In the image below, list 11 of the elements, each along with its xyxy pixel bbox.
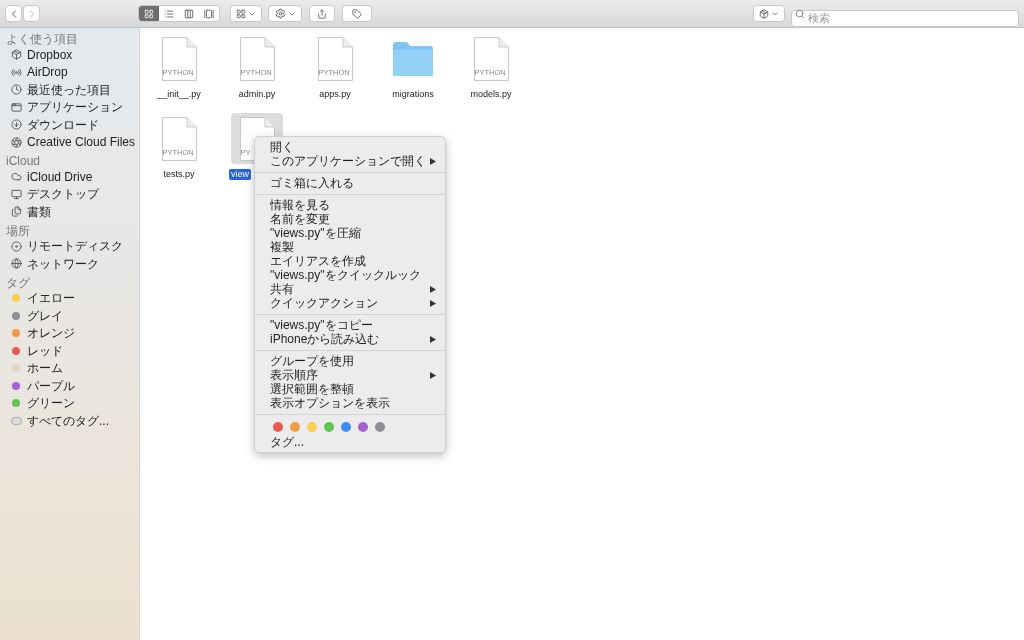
file-name: apps.py [318, 89, 352, 100]
sidebar-section-title: タグ [5, 275, 31, 290]
file-name: admin.py [237, 89, 277, 100]
file-name: migrations [391, 89, 435, 100]
sidebar-section-title: iCloud [5, 154, 42, 168]
file-name: __init__.py [156, 89, 202, 100]
sidebar-section-title: よく使う項目 [5, 32, 79, 46]
file-name: models.py [469, 89, 513, 100]
file-name: view [229, 169, 251, 180]
file-name: tests.py [162, 169, 196, 180]
sidebar-section-title: 場所 [5, 223, 31, 238]
